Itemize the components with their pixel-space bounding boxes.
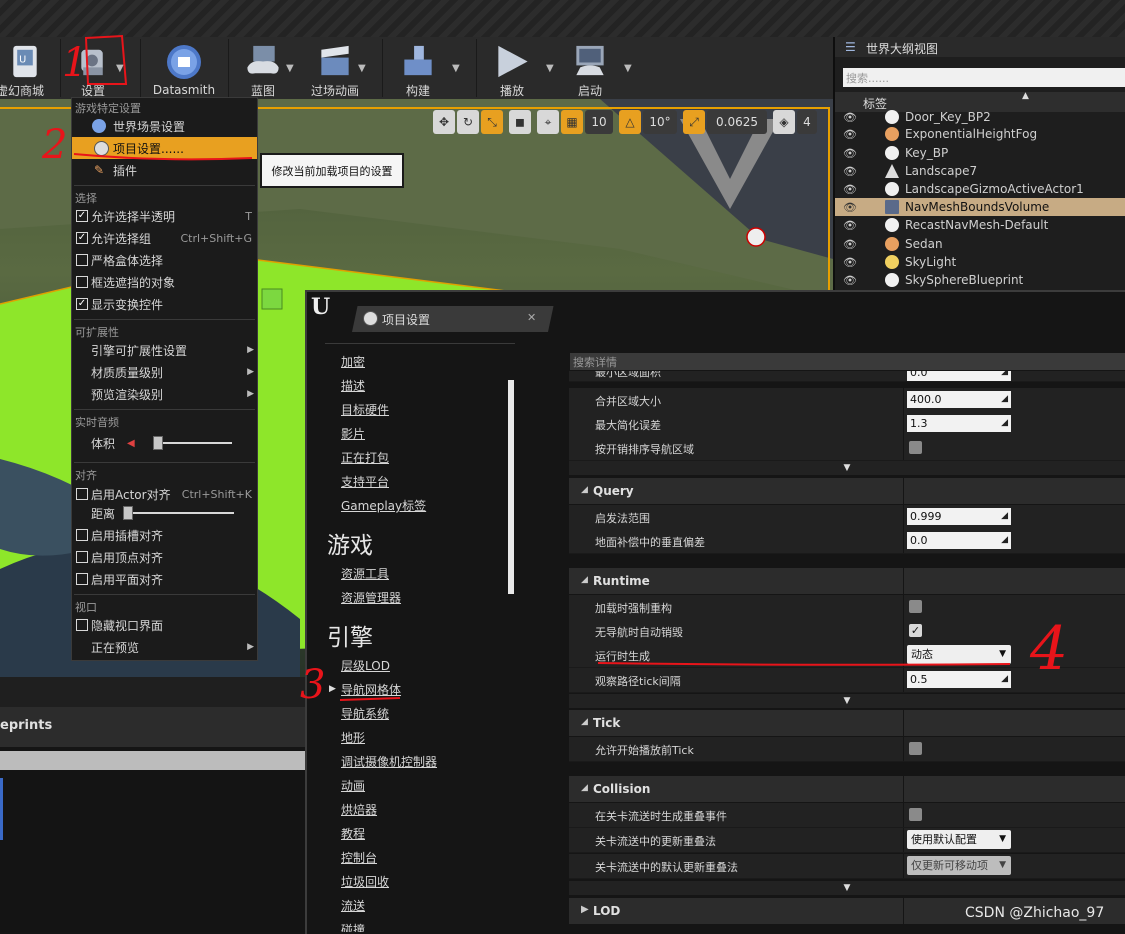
annotation-underline-runtime-generation bbox=[597, 662, 1011, 666]
annotation-number-2: 2 bbox=[42, 122, 68, 168]
annotation-underline-navmesh bbox=[339, 697, 401, 701]
annotation-number-3: 3 bbox=[300, 662, 326, 708]
red-annotation-layer bbox=[73, 34, 1011, 701]
annotation-number-4: 4 bbox=[1030, 614, 1069, 684]
annotation-box-settings bbox=[84, 34, 128, 85]
annotation-number-1: 1 bbox=[62, 40, 88, 86]
csdn-watermark: CSDN @Zhichao_97 bbox=[965, 905, 1105, 921]
annotation-underline-project-settings bbox=[73, 153, 253, 161]
